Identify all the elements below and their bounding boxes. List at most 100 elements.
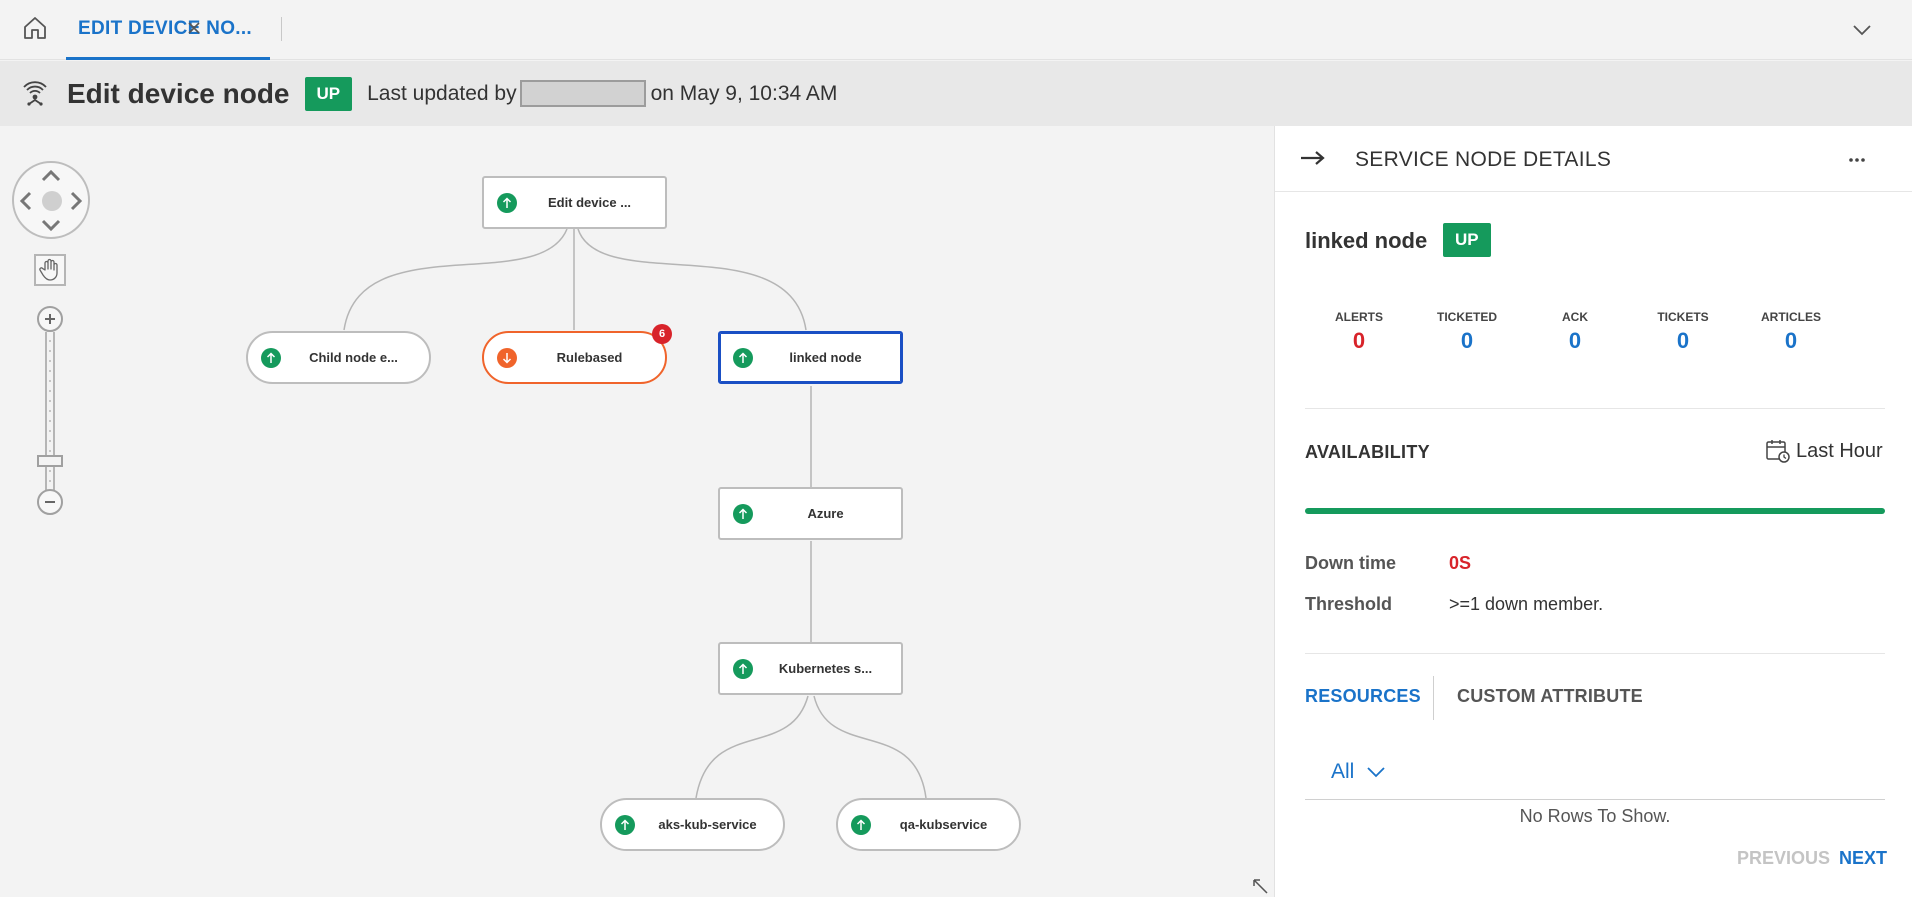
node-label: Child node e... xyxy=(309,350,398,365)
detail-tabs: RESOURCES CUSTOM ATTRIBUTE xyxy=(1305,676,1885,736)
node-label: Rulebased xyxy=(556,350,623,365)
edge-kube-aks xyxy=(695,695,809,799)
stat-value: 0 xyxy=(1784,328,1798,353)
chevron-down-icon xyxy=(1367,767,1385,778)
arrow-up-icon xyxy=(261,348,281,368)
next-button[interactable]: NEXT xyxy=(1839,848,1887,869)
map-node-azure[interactable]: Azure xyxy=(718,487,903,540)
tab-resources[interactable]: RESOURCES xyxy=(1305,686,1421,707)
stat-value: 0 xyxy=(1460,328,1474,353)
stat-label: ARTICLES xyxy=(1761,310,1821,324)
redacted-username xyxy=(519,80,646,107)
stats-row: ALERTS 0 TICKETED 0 ACK 0 TICKETS 0 ARTI… xyxy=(1305,310,1845,360)
chevron-down-icon[interactable] xyxy=(41,215,61,235)
map-node-edit-device[interactable]: Edit device ... xyxy=(482,176,667,229)
previous-button[interactable]: PREVIOUS xyxy=(1737,848,1830,869)
hand-icon[interactable] xyxy=(34,254,66,286)
stat-label: ACK xyxy=(1562,310,1588,324)
plus-icon[interactable] xyxy=(37,306,63,332)
calendar-clock-icon xyxy=(1766,440,1790,463)
status-badge: UP xyxy=(1443,223,1491,257)
stat-value: 0 xyxy=(1676,328,1690,353)
tab-separator xyxy=(281,17,282,41)
node-label: linked node xyxy=(789,350,862,365)
arrow-up-icon xyxy=(851,815,871,835)
tab-separator xyxy=(1433,676,1434,720)
stat-articles[interactable]: ARTICLES 0 xyxy=(1737,310,1845,354)
threshold-value: >=1 down member. xyxy=(1449,594,1604,614)
stat-value: 0 xyxy=(1352,328,1366,353)
filter-underline xyxy=(1305,799,1885,800)
map-node-kubernetes[interactable]: Kubernetes s... xyxy=(718,642,903,695)
service-map-icon xyxy=(20,79,50,109)
node-edges xyxy=(343,228,927,799)
node-label: aks-kub-service xyxy=(658,817,757,832)
last-updated-suffix: on May 9, 10:34 AM xyxy=(650,81,838,105)
stat-ack[interactable]: ACK 0 xyxy=(1521,310,1629,354)
empty-state-text: No Rows To Show. xyxy=(1519,806,1671,826)
stat-label: ALERTS xyxy=(1335,310,1383,324)
availability-title: AVAILABILITY xyxy=(1305,442,1430,462)
last-updated-prefix: Last updated by xyxy=(367,81,517,105)
filter-value: All xyxy=(1331,760,1355,783)
panel-title: SERVICE NODE DETAILS xyxy=(1355,148,1612,171)
minus-icon[interactable] xyxy=(37,489,63,515)
node-label: Edit device ... xyxy=(547,195,632,210)
threshold-label: Threshold xyxy=(1305,594,1393,614)
selected-node-name: linked node xyxy=(1305,228,1428,253)
panel-header: SERVICE NODE DETAILS xyxy=(1275,126,1912,192)
edge-root-linked xyxy=(577,228,807,331)
tab-edit-device-node[interactable]: EDIT DEVICE NO... xyxy=(66,0,270,60)
chevron-right-icon[interactable] xyxy=(66,191,86,211)
pan-center[interactable] xyxy=(42,191,62,211)
divider xyxy=(1305,653,1885,654)
service-node-details-panel: SERVICE NODE DETAILS linked node UP ALER… xyxy=(1274,126,1912,897)
node-label: Kubernetes s... xyxy=(778,661,873,676)
down-time-label: Down time xyxy=(1305,553,1397,573)
arrow-down-icon xyxy=(497,348,517,368)
status-badge: UP xyxy=(304,76,353,111)
stat-ticketed[interactable]: TICKETED 0 xyxy=(1413,310,1521,354)
home-icon[interactable] xyxy=(20,13,50,43)
node-label: qa-kubservice xyxy=(899,817,988,832)
arrow-up-icon xyxy=(615,815,635,835)
map-node-aks-kub-service[interactable]: aks-kub-service xyxy=(600,798,785,851)
page-header: Edit device node UP Last updated by on M… xyxy=(0,61,1912,126)
page-title: Edit device node xyxy=(67,77,290,109)
chevron-up-icon[interactable] xyxy=(41,166,61,186)
map-node-rulebased[interactable]: Rulebased 6 xyxy=(482,324,672,384)
node-label: Azure xyxy=(807,506,844,521)
map-node-linked[interactable]: linked node xyxy=(718,331,903,384)
close-icon[interactable] xyxy=(182,16,206,40)
arrow-right-icon[interactable] xyxy=(1299,144,1327,172)
divider xyxy=(1305,408,1885,409)
time-range-label: Last Hour xyxy=(1796,439,1883,462)
stat-tickets[interactable]: TICKETS 0 xyxy=(1629,310,1737,354)
resize-handle-icon[interactable] xyxy=(1252,878,1270,896)
map-node-child[interactable]: Child node e... xyxy=(246,331,431,384)
stat-value: 0 xyxy=(1568,328,1582,353)
arrow-up-icon xyxy=(733,659,753,679)
stat-alerts[interactable]: ALERTS 0 xyxy=(1305,310,1413,354)
alert-count-badge: 6 xyxy=(652,324,672,344)
resource-filter-dropdown[interactable]: All xyxy=(1331,760,1386,784)
down-time-value: 0S xyxy=(1449,553,1472,573)
edge-kube-qa xyxy=(813,695,927,799)
tab-bar: EDIT DEVICE NO... xyxy=(0,0,1912,60)
edge-root-child xyxy=(343,228,568,331)
arrow-up-icon xyxy=(733,504,753,524)
arrow-up-icon xyxy=(733,348,753,368)
zoom-slider-thumb[interactable] xyxy=(37,455,63,467)
chevron-left-icon[interactable] xyxy=(16,191,36,211)
more-horizontal-icon[interactable] xyxy=(1843,146,1871,174)
availability-bar xyxy=(1305,508,1885,514)
pan-navigator[interactable] xyxy=(12,161,90,239)
tab-label: EDIT DEVICE NO... xyxy=(78,17,253,39)
tab-custom-attribute[interactable]: CUSTOM ATTRIBUTE xyxy=(1457,686,1643,707)
time-range-selector[interactable]: Last Hour xyxy=(1765,438,1883,464)
stat-label: TICKETS xyxy=(1657,310,1709,324)
map-node-qa-kubservice[interactable]: qa-kubservice xyxy=(836,798,1021,851)
stat-label: TICKETED xyxy=(1437,310,1497,324)
service-map-canvas[interactable]: Edit device ... Child node e... Rulebase… xyxy=(0,126,1274,897)
chevron-down-icon[interactable] xyxy=(1848,16,1876,44)
